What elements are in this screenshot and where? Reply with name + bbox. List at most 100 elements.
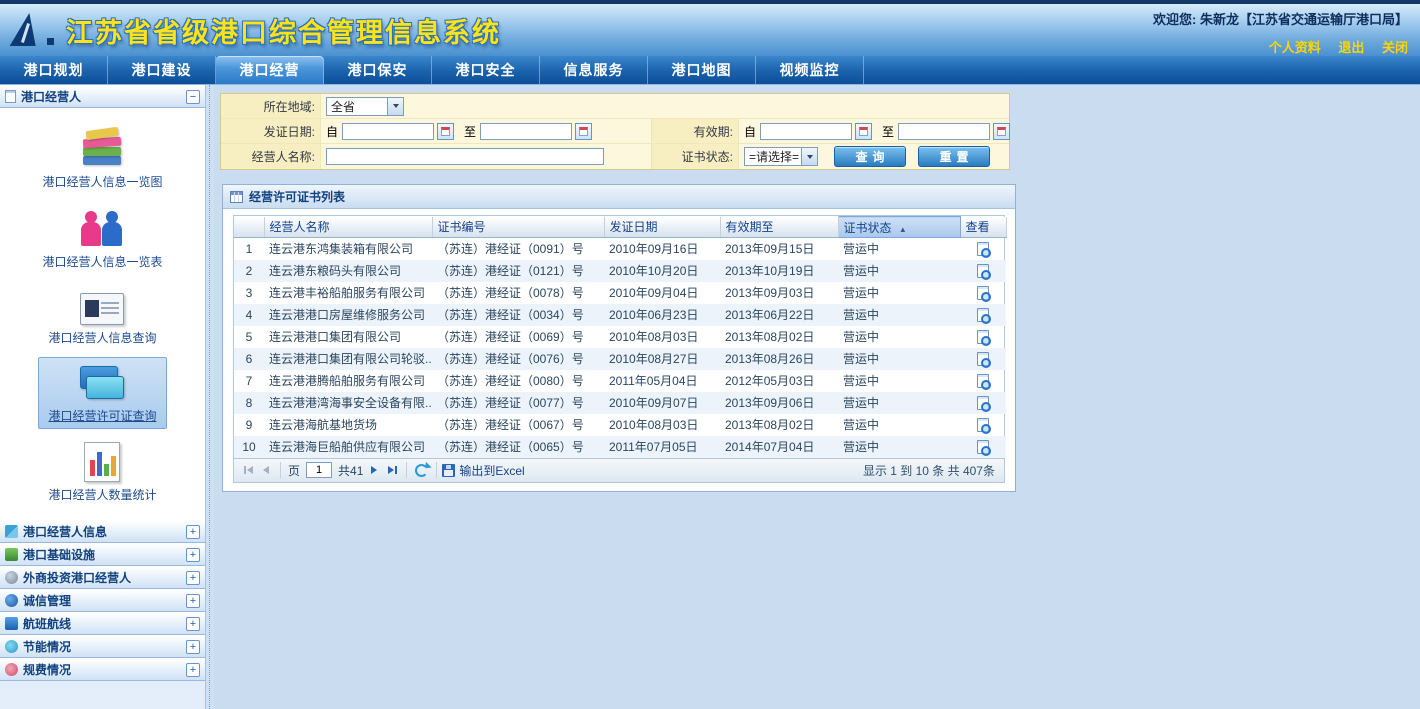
- validity-to-input[interactable]: [898, 123, 990, 140]
- dropdown-button[interactable]: [801, 148, 817, 165]
- expand-button[interactable]: +: [186, 548, 200, 562]
- sidebar-panel-title: 外商投资港口经营人: [23, 569, 181, 586]
- view-record-icon[interactable]: [977, 330, 989, 344]
- cell-issue-date: 2011年05月04日: [604, 370, 720, 392]
- cell-status: 营运中: [838, 304, 960, 326]
- issue-date-to-input[interactable]: [480, 123, 572, 140]
- profile-link[interactable]: 个人资料: [1269, 40, 1321, 55]
- tab-port-safety[interactable]: 港口安全: [432, 56, 540, 84]
- tab-port-construction[interactable]: 港口建设: [108, 56, 216, 84]
- close-link[interactable]: 关闭: [1382, 40, 1408, 55]
- expand-button[interactable]: +: [186, 571, 200, 585]
- expand-button[interactable]: +: [186, 617, 200, 631]
- sidebar-resize-gutter[interactable]: [206, 85, 214, 709]
- sidebar-panel-flights-routes[interactable]: 航班航线 +: [0, 612, 205, 635]
- tab-port-operation[interactable]: 港口经营: [216, 56, 324, 84]
- next-page-button[interactable]: [365, 461, 383, 479]
- sidebar-item-operator-overview-table[interactable]: 港口经营人信息一览表: [32, 201, 172, 275]
- table-row[interactable]: 5 连云港港口集团有限公司 （苏连）港经证（0069）号 2010年08月03日…: [234, 326, 1006, 348]
- calendar-icon[interactable]: [575, 123, 592, 140]
- status-field: =请选择= 查询 重置: [739, 144, 1009, 169]
- body-area: 港口经营人 − 港口经营人信息一览图 港口经营人信息一览表 港口经营人信息查询 …: [0, 85, 1420, 709]
- table-row[interactable]: 1 连云港东鸿集装箱有限公司 （苏连）港经证（0091）号 2010年09月16…: [234, 238, 1006, 260]
- expand-button[interactable]: +: [186, 594, 200, 608]
- collapse-button[interactable]: −: [186, 90, 200, 104]
- page-input[interactable]: [306, 462, 332, 478]
- sidebar-item-license-query[interactable]: 港口经营许可证查询: [38, 357, 166, 429]
- tab-video-monitor[interactable]: 视频监控: [756, 56, 864, 84]
- sidebar-panel-fees[interactable]: 规费情况 +: [0, 658, 205, 681]
- reset-button[interactable]: 重置: [918, 146, 990, 167]
- tab-port-map[interactable]: 港口地图: [648, 56, 756, 84]
- view-record-icon[interactable]: [977, 308, 989, 322]
- status-selected-value: =请选择=: [745, 148, 801, 165]
- view-record-icon[interactable]: [977, 374, 989, 388]
- sidebar-panel-title: 航班航线: [23, 615, 181, 632]
- expand-button[interactable]: +: [186, 525, 200, 539]
- dropdown-button[interactable]: [387, 98, 403, 115]
- id-card-icon: [80, 293, 124, 325]
- tab-port-planning[interactable]: 港口规划: [0, 56, 108, 84]
- column-issue-date[interactable]: 发证日期: [604, 217, 720, 238]
- operator-name-input[interactable]: [326, 148, 604, 165]
- sidebar-panel-integrity[interactable]: 诚信管理 +: [0, 589, 205, 612]
- column-operator-name[interactable]: 经营人名称: [264, 217, 432, 238]
- main-nav: 港口规划 港口建设 港口经营 港口保安 港口安全 信息服务 港口地图 视频监控: [0, 56, 1420, 85]
- column-status-sorted[interactable]: 证书状态 ▲: [838, 217, 960, 238]
- view-record-icon[interactable]: [977, 264, 989, 278]
- expand-button[interactable]: +: [186, 663, 200, 677]
- table-row[interactable]: 8 连云港港湾海事安全设备有限... （苏连）港经证（0077）号 2010年0…: [234, 392, 1006, 414]
- view-record-icon[interactable]: [977, 352, 989, 366]
- search-row-region: 所在地域: 全省: [221, 94, 1009, 119]
- prev-page-button[interactable]: [257, 461, 275, 479]
- view-record-icon[interactable]: [977, 440, 989, 454]
- sidebar-panel-port-operators[interactable]: 港口经营人 −: [0, 85, 205, 108]
- cell-valid-to: 2013年09月15日: [720, 238, 838, 260]
- first-page-button[interactable]: [239, 461, 257, 479]
- table-row[interactable]: 10 连云港海巨船舶供应有限公司 （苏连）港经证（0065）号 2011年07月…: [234, 436, 1006, 458]
- table-row[interactable]: 4 连云港港口房屋维修服务公司 （苏连）港经证（0034）号 2010年06月2…: [234, 304, 1006, 326]
- sidebar-item-operator-info-query[interactable]: 港口经营人信息查询: [38, 282, 166, 351]
- export-excel-button[interactable]: 输出到Excel: [442, 462, 524, 479]
- tab-port-security[interactable]: 港口保安: [324, 56, 432, 84]
- calendar-icon[interactable]: [437, 123, 454, 140]
- logout-link[interactable]: 退出: [1338, 40, 1364, 55]
- sidebar-item-operator-overview-chart[interactable]: 港口经营人信息一览图: [32, 121, 172, 195]
- view-record-icon[interactable]: [977, 286, 989, 300]
- calendar-icon[interactable]: [993, 123, 1010, 140]
- table-row[interactable]: 9 连云港海航基地货场 （苏连）港经证（0067）号 2010年08月03日 2…: [234, 414, 1006, 436]
- expand-button[interactable]: +: [186, 640, 200, 654]
- status-select[interactable]: =请选择=: [744, 147, 818, 166]
- view-record-icon[interactable]: [977, 242, 989, 256]
- calendar-icon[interactable]: [855, 123, 872, 140]
- sidebar-panel-operator-info[interactable]: 港口经营人信息 +: [0, 520, 205, 543]
- operator-name-field: [321, 144, 651, 169]
- last-page-button[interactable]: [383, 461, 401, 479]
- view-record-icon[interactable]: [977, 418, 989, 432]
- tab-info-service[interactable]: 信息服务: [540, 56, 648, 84]
- sidebar-panel-energy-saving[interactable]: 节能情况 +: [0, 635, 205, 658]
- status-label: 证书状态:: [651, 144, 739, 169]
- column-cert-no[interactable]: 证书编号: [432, 217, 604, 238]
- validity-from-input[interactable]: [760, 123, 852, 140]
- column-rownum: [234, 217, 264, 238]
- view-record-icon[interactable]: [977, 396, 989, 410]
- refresh-icon[interactable]: [415, 464, 428, 477]
- region-select[interactable]: 全省: [326, 97, 404, 116]
- cell-operator-name: 连云港港口房屋维修服务公司: [264, 304, 432, 326]
- table-row[interactable]: 2 连云港东粮码头有限公司 （苏连）港经证（0121）号 2010年10月20日…: [234, 260, 1006, 282]
- table-row[interactable]: 7 连云港港腾船舶服务有限公司 （苏连）港经证（0080）号 2011年05月0…: [234, 370, 1006, 392]
- sidebar-panel-infrastructure[interactable]: 港口基础设施 +: [0, 543, 205, 566]
- cell-operator-name: 连云港港湾海事安全设备有限...: [264, 392, 432, 414]
- table-row[interactable]: 6 连云港港口集团有限公司轮驳... （苏连）港经证（0076）号 2010年0…: [234, 348, 1006, 370]
- region-label: 所在地域:: [221, 94, 321, 118]
- cell-status: 营运中: [838, 348, 960, 370]
- query-button[interactable]: 查询: [834, 146, 906, 167]
- column-valid-to[interactable]: 有效期至: [720, 217, 838, 238]
- cell-operator-name: 连云港港口集团有限公司: [264, 326, 432, 348]
- sidebar-item-operator-quantity-stats[interactable]: 港口经营人数量统计: [38, 436, 166, 508]
- table-row[interactable]: 3 连云港丰裕船舶服务有限公司 （苏连）港经证（0078）号 2010年09月0…: [234, 282, 1006, 304]
- license-table: 经营人名称 证书编号 发证日期 有效期至 证书状态 ▲ 查看: [234, 216, 1007, 458]
- issue-date-from-input[interactable]: [342, 123, 434, 140]
- sidebar-panel-foreign-investment[interactable]: 外商投资港口经营人 +: [0, 566, 205, 589]
